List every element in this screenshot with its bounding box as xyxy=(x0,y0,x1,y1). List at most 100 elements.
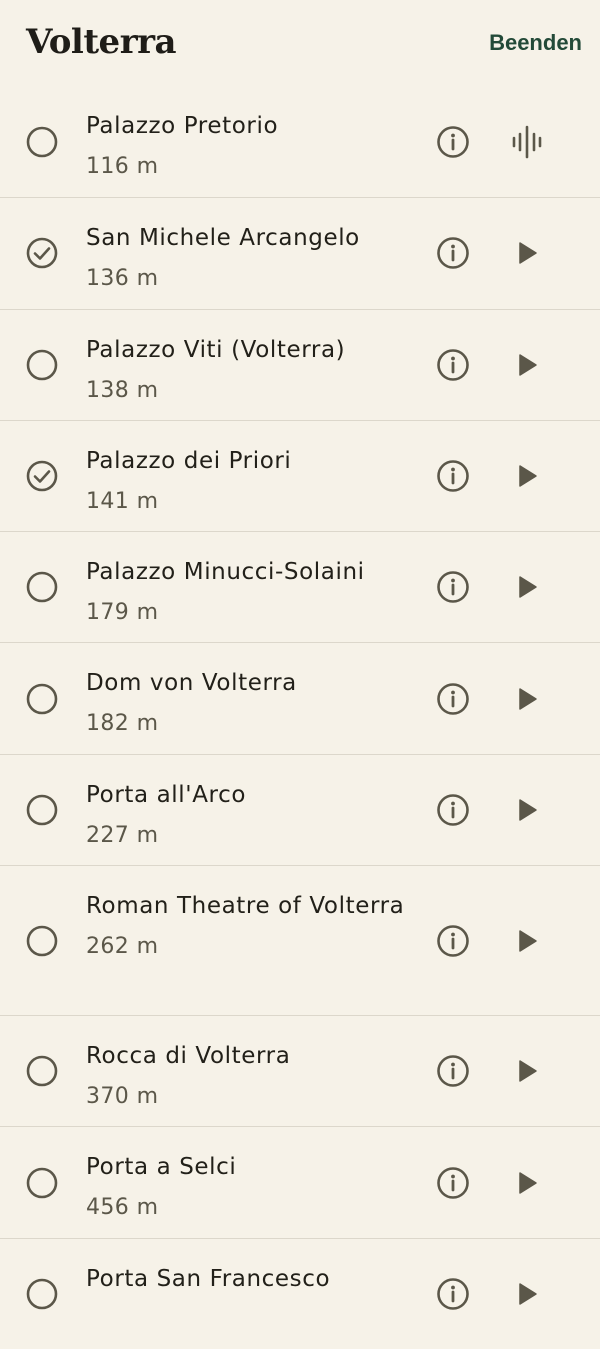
check-circle-icon xyxy=(26,238,58,269)
play-icon xyxy=(519,687,537,710)
visited-checkbox[interactable] xyxy=(26,1278,58,1310)
play-icon xyxy=(519,576,537,599)
sight-text: Palazzo Minucci-Solaini 179 m xyxy=(86,552,416,633)
sight-text: San Michele Arcangelo 136 m xyxy=(86,218,416,299)
visited-checkbox[interactable] xyxy=(26,683,58,715)
sight-row[interactable]: Palazzo Minucci-Solaini 179 m xyxy=(0,531,600,642)
info-button[interactable] xyxy=(436,236,470,270)
sight-row[interactable]: San Michele Arcangelo 136 m xyxy=(0,197,600,308)
sight-list: Palazzo Pretorio 116 m San Michele Arcan… xyxy=(0,86,600,1349)
sight-text: Dom von Volterra 182 m xyxy=(86,663,416,744)
info-button[interactable] xyxy=(436,1277,470,1311)
sight-name: Rocca di Volterra xyxy=(86,1043,291,1070)
info-icon xyxy=(437,924,469,957)
sight-row[interactable]: Rocca di Volterra 370 m xyxy=(0,1015,600,1126)
info-button[interactable] xyxy=(436,459,470,493)
sight-text: Palazzo Pretorio 116 m xyxy=(86,106,416,187)
sight-text: Porta a Selci 456 m xyxy=(86,1147,416,1228)
sight-row[interactable]: Palazzo dei Priori 141 m xyxy=(0,419,600,531)
play-button[interactable] xyxy=(508,922,546,960)
play-button[interactable] xyxy=(508,457,546,495)
empty-circle-icon xyxy=(26,126,58,157)
end-tour-button[interactable]: Beenden xyxy=(489,30,582,56)
info-icon xyxy=(437,1055,469,1088)
info-button[interactable] xyxy=(436,125,470,159)
sight-row[interactable]: Palazzo Pretorio 116 m xyxy=(0,86,600,197)
play-button[interactable] xyxy=(508,791,546,829)
info-button[interactable] xyxy=(436,1054,470,1088)
sight-row[interactable]: Porta San Francesco xyxy=(0,1237,600,1349)
sight-distance: 116 m xyxy=(86,154,159,179)
sight-name: San Michele Arcangelo xyxy=(86,225,360,252)
visited-checkbox[interactable] xyxy=(26,460,58,492)
empty-circle-icon xyxy=(26,683,58,714)
sight-name: Palazzo Viti (Volterra) xyxy=(86,336,346,363)
sight-distance: 136 m xyxy=(86,266,159,292)
empty-circle-icon xyxy=(26,572,58,603)
info-icon xyxy=(437,571,469,604)
sight-name: Palazzo Pretorio xyxy=(86,113,279,139)
play-icon xyxy=(519,353,537,376)
audio-waveform-icon xyxy=(512,125,542,158)
sight-name: Dom von Volterra xyxy=(86,670,297,697)
play-icon xyxy=(519,799,537,821)
play-icon xyxy=(519,1171,537,1194)
play-icon xyxy=(519,1283,537,1305)
sight-name: Porta San Francesco xyxy=(86,1265,331,1292)
info-icon xyxy=(437,794,469,826)
sight-row[interactable]: Dom von Volterra 182 m xyxy=(0,642,600,753)
info-button[interactable] xyxy=(436,348,470,382)
info-icon xyxy=(437,348,469,381)
play-button[interactable] xyxy=(508,680,546,718)
visited-checkbox[interactable] xyxy=(26,126,58,158)
sight-row[interactable]: Palazzo Viti (Volterra) 138 m xyxy=(0,308,600,420)
play-icon xyxy=(519,465,537,487)
sight-distance: 227 m xyxy=(86,822,159,848)
sight-name: Palazzo dei Priori xyxy=(86,447,292,474)
header: Volterra Beenden xyxy=(0,0,600,86)
sight-distance: 456 m xyxy=(86,1195,159,1221)
info-button[interactable] xyxy=(436,570,470,604)
play-button[interactable] xyxy=(508,234,546,272)
visited-checkbox[interactable] xyxy=(26,571,58,603)
empty-circle-icon xyxy=(26,1278,58,1310)
sight-text: Porta San Francesco xyxy=(86,1259,416,1300)
visited-checkbox[interactable] xyxy=(26,925,58,957)
sight-row[interactable]: Porta all'Arco 227 m xyxy=(0,753,600,865)
empty-circle-icon xyxy=(26,1055,58,1087)
visited-checkbox[interactable] xyxy=(26,1055,58,1087)
sight-name: Palazzo Minucci-Solaini xyxy=(86,559,365,586)
visited-checkbox[interactable] xyxy=(26,1167,58,1199)
empty-circle-icon xyxy=(26,925,58,956)
page-title: Volterra xyxy=(26,22,177,62)
sight-row[interactable]: Roman Theatre of Volterra 262 m xyxy=(0,865,600,1015)
sight-text: Roman Theatre of Volterra 262 m xyxy=(86,886,416,967)
sight-distance: 182 m xyxy=(86,711,159,737)
play-button[interactable] xyxy=(508,1164,546,1202)
visited-checkbox[interactable] xyxy=(26,237,58,269)
play-button[interactable] xyxy=(508,1275,546,1313)
play-icon xyxy=(519,929,537,952)
visited-checkbox[interactable] xyxy=(26,349,58,381)
sight-row[interactable]: Porta a Selci 456 m xyxy=(0,1126,600,1237)
info-icon xyxy=(437,237,469,270)
sight-name: Roman Theatre of Volterra xyxy=(86,893,405,920)
info-icon xyxy=(437,1278,469,1310)
info-button[interactable] xyxy=(436,682,470,716)
info-button[interactable] xyxy=(436,1166,470,1200)
info-button[interactable] xyxy=(436,924,470,958)
visited-checkbox[interactable] xyxy=(26,794,58,826)
sight-text: Porta all'Arco 227 m xyxy=(86,775,416,856)
info-icon xyxy=(437,125,469,158)
sight-text: Palazzo dei Priori 141 m xyxy=(86,441,416,522)
info-icon xyxy=(437,1166,469,1199)
play-button[interactable] xyxy=(508,568,546,606)
sight-distance: 138 m xyxy=(86,377,159,403)
audio-playing-button[interactable] xyxy=(508,123,546,161)
sight-name: Porta all'Arco xyxy=(86,781,246,808)
play-button[interactable] xyxy=(508,1052,546,1090)
info-button[interactable] xyxy=(436,793,470,827)
empty-circle-icon xyxy=(26,349,58,381)
sight-distance: 370 m xyxy=(86,1084,159,1110)
play-button[interactable] xyxy=(508,346,546,384)
